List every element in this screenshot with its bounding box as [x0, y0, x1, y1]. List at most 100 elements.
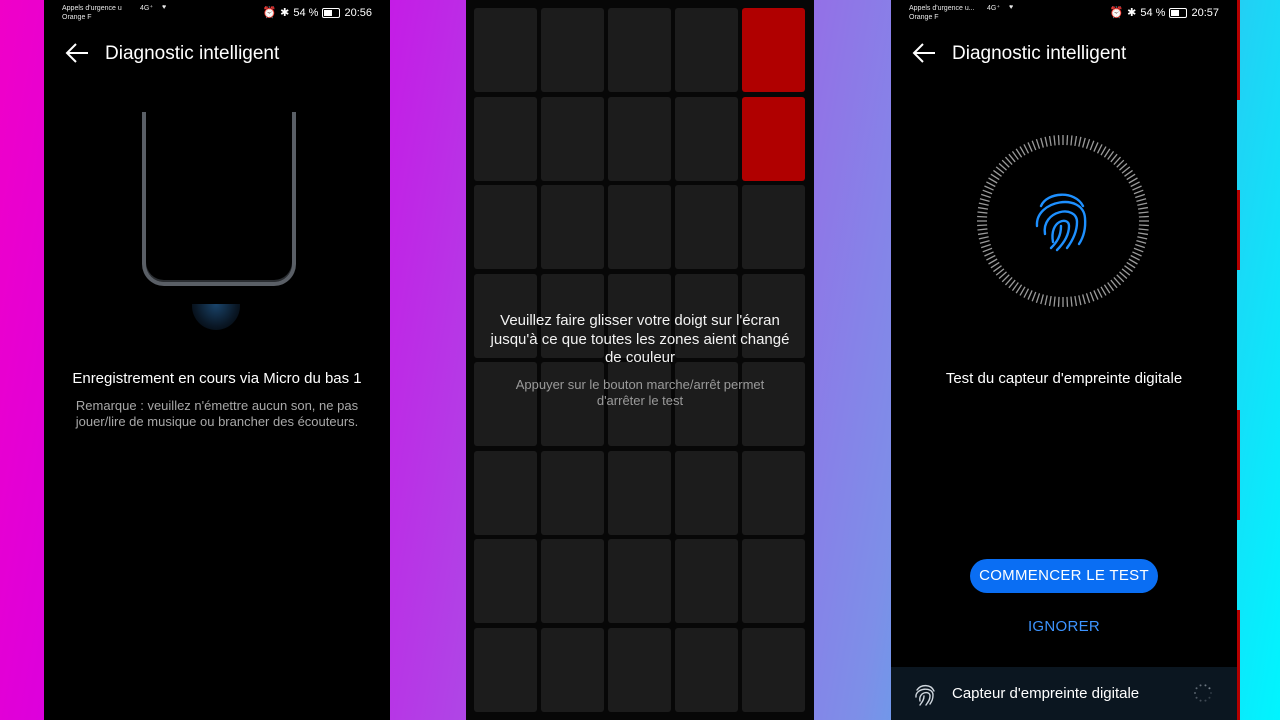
touch-grid-cell[interactable]	[742, 185, 805, 269]
touch-grid-cell[interactable]	[474, 8, 537, 92]
dial-tick	[982, 189, 993, 195]
dial-tick	[1126, 261, 1136, 269]
touch-grid-cell[interactable]	[608, 539, 671, 623]
spinner-dot	[1204, 684, 1207, 687]
dial-tick	[1119, 271, 1128, 280]
carrier-line-2: Orange F	[62, 14, 92, 21]
recording-note: Remarque : veuillez n'émettre aucun son,…	[75, 398, 359, 429]
dial-tick	[990, 173, 1000, 181]
touch-grid-cell[interactable]	[675, 627, 738, 712]
battery-icon	[1169, 7, 1188, 18]
touch-grid-cell[interactable]	[742, 539, 805, 623]
spinner-dot	[1199, 684, 1202, 687]
touch-grid-cell[interactable]	[541, 539, 604, 623]
touch-grid-cell[interactable]	[474, 185, 537, 269]
back-arrow-icon[interactable]	[64, 42, 90, 64]
dial-tick	[1093, 290, 1099, 300]
touch-grid-cell[interactable]	[675, 450, 738, 535]
touch-grid-cell[interactable]	[541, 627, 604, 712]
dial-tick	[998, 162, 1007, 171]
carrier-line-1: Appels d'urgence u	[62, 5, 122, 12]
dial-tick	[1004, 277, 1013, 286]
dial-tick	[995, 166, 1005, 174]
dial-tick	[1023, 288, 1030, 298]
touch-grid-cell[interactable]	[608, 96, 671, 181]
dial-tick	[1070, 296, 1073, 307]
dial-tick	[1116, 274, 1125, 283]
touch-grid-cell[interactable]	[608, 8, 671, 92]
touch-grid-cell[interactable]	[675, 539, 738, 623]
status-right: ⏰ ✱ 54 % 20:57	[1109, 6, 1219, 20]
heart-icon: ♥	[1009, 4, 1014, 11]
touch-grid-cell[interactable]	[541, 450, 604, 535]
carrier-info: Appels d'urgence u... Orange F	[909, 4, 975, 22]
dial-tick	[1027, 290, 1033, 300]
recording-message: Enregistrement en cours via Micro du bas…	[72, 370, 362, 387]
touch-grid-cell[interactable]	[541, 96, 604, 181]
edge-decoration	[1237, 0, 1240, 100]
dial-tick	[982, 247, 993, 253]
status-bar: Appels d'urgence u Orange F 4G⁺ ♥ ⏰ ✱ 54…	[44, 0, 390, 26]
touch-grid-cell[interactable]	[608, 450, 671, 535]
spinner-dot	[1204, 699, 1207, 702]
touch-grid-cell[interactable]	[608, 185, 671, 269]
start-test-button[interactable]: COMMENCER LE TEST	[970, 559, 1158, 593]
touch-grid-cell[interactable]	[742, 96, 805, 181]
touch-grid-cell[interactable]	[541, 8, 604, 92]
clock: 20:56	[344, 6, 372, 19]
dial-tick	[1133, 189, 1144, 195]
back-arrow-icon[interactable]	[911, 42, 937, 64]
dial-tick	[988, 177, 998, 184]
dial-tick	[1074, 135, 1078, 147]
network-type: 4G⁺	[987, 5, 1001, 12]
dial-tick	[1004, 156, 1013, 165]
battery-icon	[322, 7, 341, 18]
test-list-item-label: Capteur d'empreinte digitale	[952, 685, 1140, 702]
dial-tick	[1074, 295, 1078, 307]
touch-grid-cell[interactable]	[742, 8, 805, 92]
test-list-item[interactable]: Capteur d'empreinte digitale	[891, 667, 1237, 720]
dial-tick	[988, 258, 998, 265]
touch-grid-cell[interactable]	[675, 96, 738, 181]
phone-screen-touch-test: Veuillez faire glisser votre doigt sur l…	[466, 0, 814, 720]
dial-tick	[1136, 240, 1147, 244]
touch-grid-cell[interactable]	[541, 185, 604, 269]
heart-icon: ♥	[162, 4, 167, 11]
dial-tick	[1103, 148, 1111, 158]
dial-tick	[1053, 135, 1056, 146]
dial-tick	[1100, 286, 1107, 296]
spinner-dot	[1208, 687, 1211, 690]
touch-grid-cell[interactable]	[474, 96, 537, 181]
dial-tick	[1110, 279, 1118, 289]
dial-tick	[1137, 236, 1148, 240]
battery-percent: 54 %	[293, 6, 319, 19]
dial-tick	[1126, 173, 1136, 181]
touch-grid-cell[interactable]	[675, 8, 738, 92]
touch-grid-cell[interactable]	[474, 539, 537, 623]
touch-grid-cell[interactable]	[675, 185, 738, 269]
touch-grid-cell[interactable]	[742, 627, 805, 712]
dial-tick	[1138, 215, 1149, 218]
touch-grid-cell[interactable]	[608, 627, 671, 712]
spinner-dot	[1210, 692, 1212, 694]
dial-tick	[1138, 228, 1149, 231]
touch-grid-cell[interactable]	[742, 450, 805, 535]
dial-tick	[977, 232, 989, 236]
dial-tick	[1085, 293, 1091, 303]
dial-tick	[1100, 146, 1107, 156]
dial-tick	[981, 193, 991, 199]
edge-decoration	[1237, 610, 1240, 720]
dial-tick	[998, 271, 1007, 280]
dial-tick	[1135, 193, 1145, 199]
dial-tick	[1001, 274, 1010, 283]
dial-tick	[1048, 135, 1052, 147]
dial-tick	[1082, 137, 1086, 148]
dial-tick	[1128, 177, 1138, 184]
fingerprint-icon	[1035, 193, 1087, 252]
ignore-button[interactable]: IGNORER	[891, 618, 1237, 635]
touch-grid-cell[interactable]	[474, 627, 537, 712]
dial-tick	[979, 240, 990, 244]
touch-grid-cell[interactable]	[474, 450, 537, 535]
dial-tick	[1031, 291, 1037, 302]
dial-tick	[1078, 136, 1082, 147]
